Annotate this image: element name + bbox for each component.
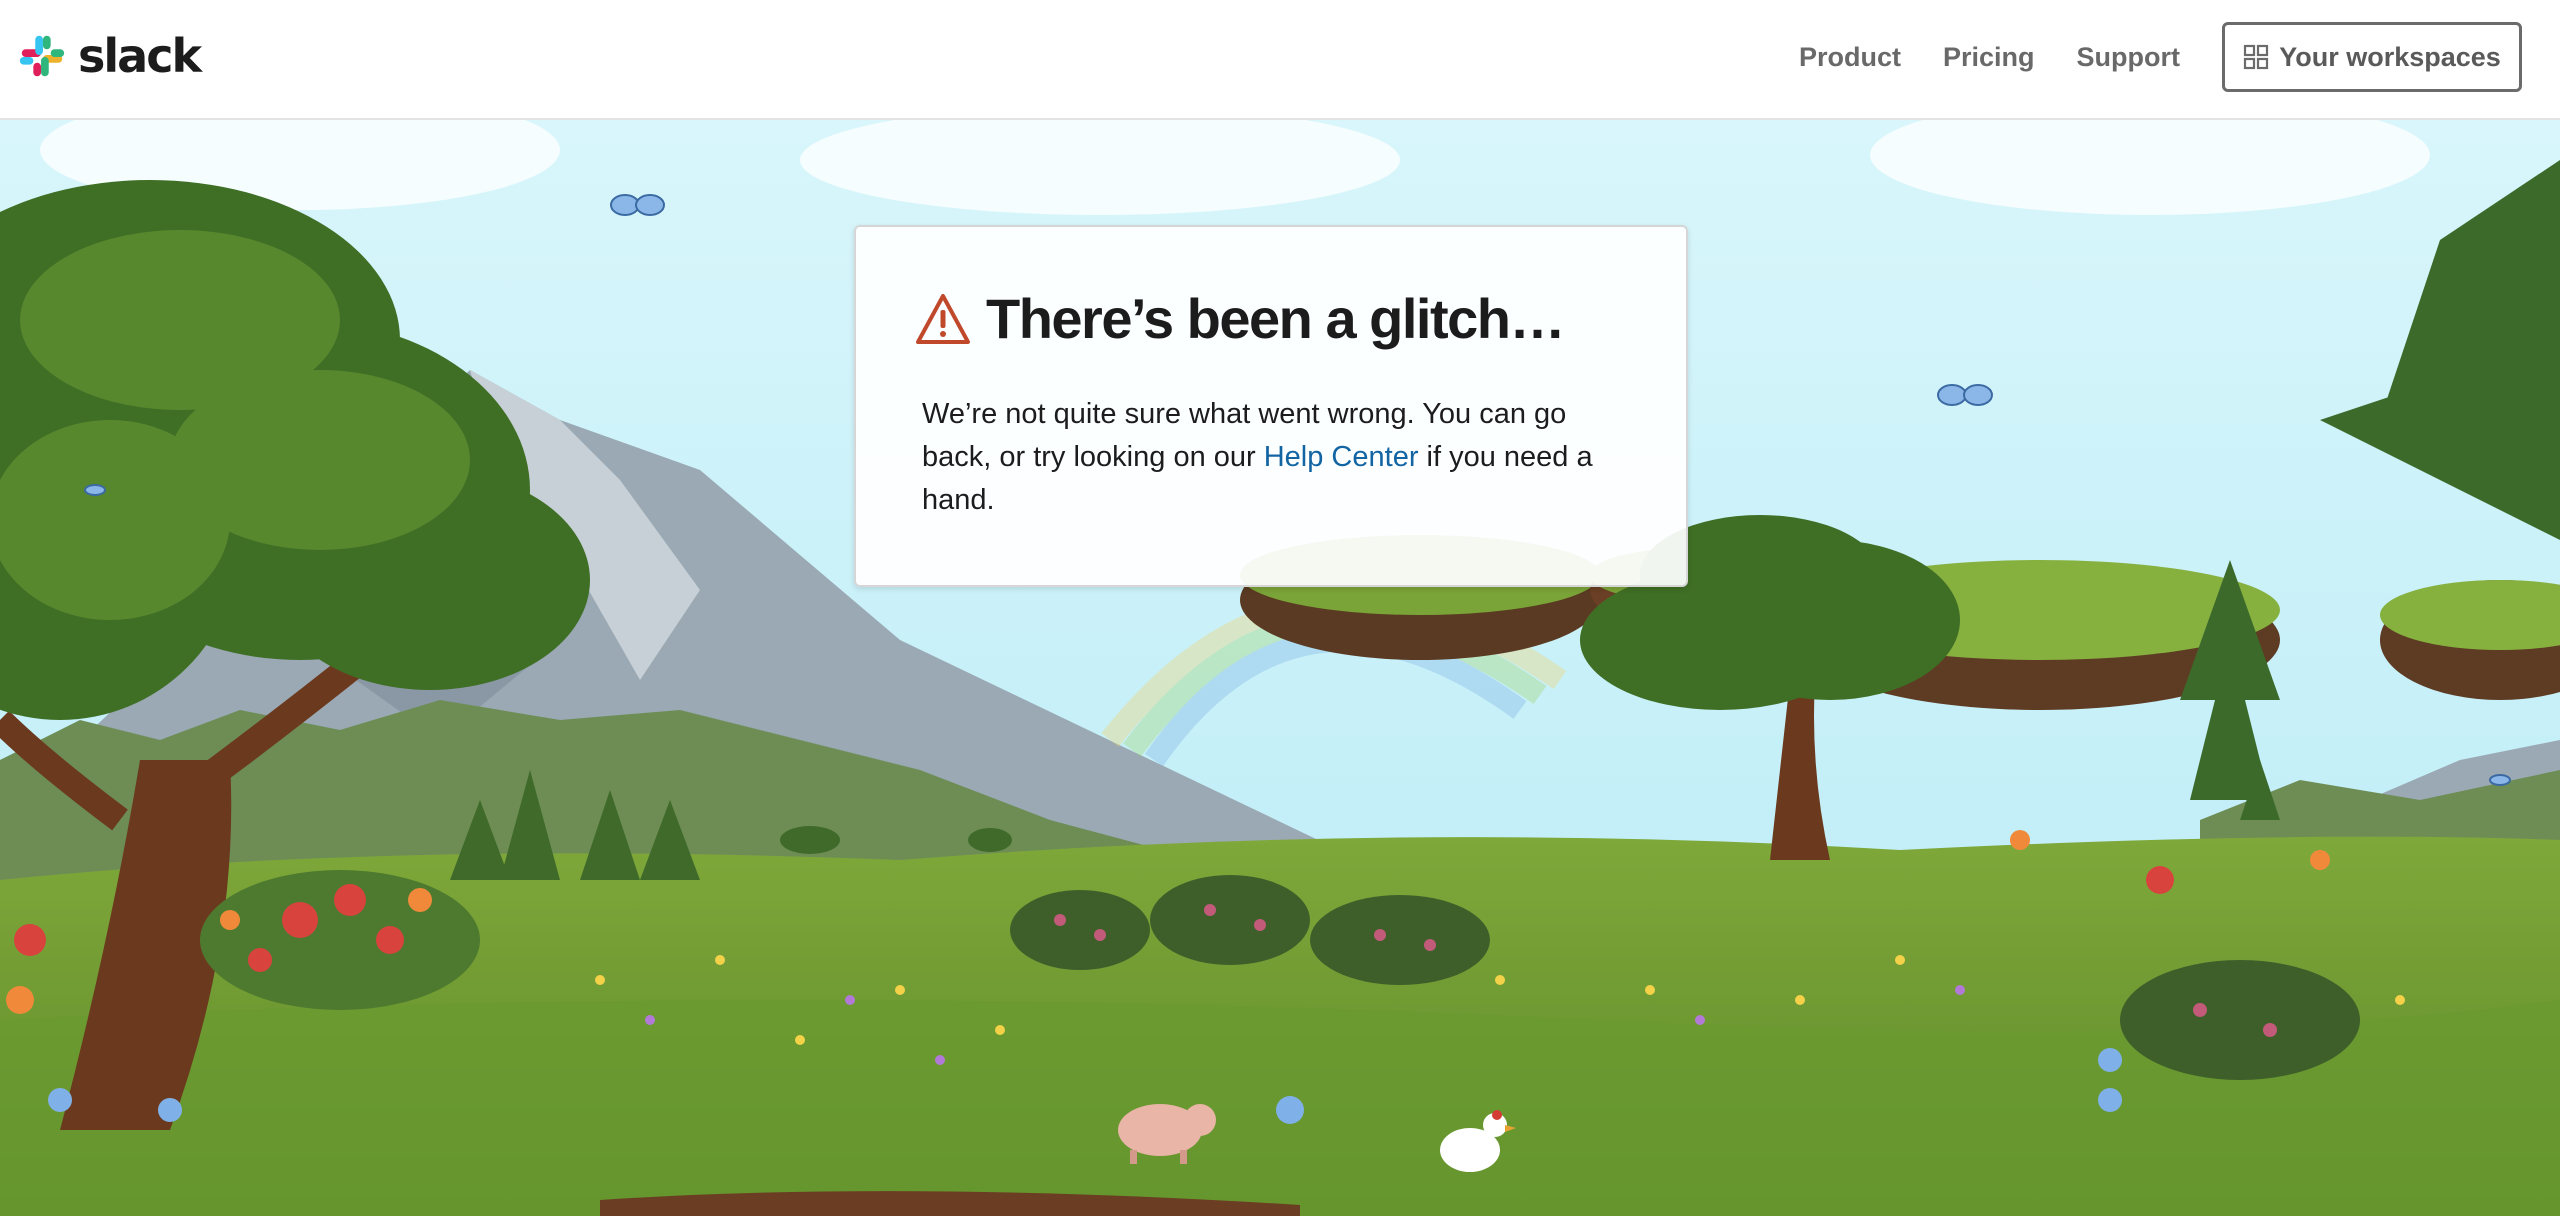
nav-pricing-link[interactable]: Pricing (1943, 42, 2035, 73)
your-workspaces-button[interactable]: Your workspaces (2222, 22, 2522, 92)
top-navigation-bar: slack Product Pricing Support Your works… (0, 0, 2560, 120)
logo-wordmark: slack (78, 29, 202, 83)
error-message: We’re not quite sure what went wrong. Yo… (922, 393, 1622, 522)
your-workspaces-label: Your workspaces (2279, 41, 2501, 72)
grid-icon (2244, 44, 2269, 70)
help-center-link[interactable]: Help Center (1264, 441, 1419, 473)
slack-logo-icon (19, 35, 65, 77)
error-dialog: There’s been a glitch… We’re not quite s… (854, 225, 1688, 587)
nav-product-link[interactable]: Product (1799, 42, 1901, 73)
main-nav: Product Pricing Support Your workspaces (1799, 22, 2522, 92)
warning-triangle-icon (916, 294, 970, 344)
slack-logo-link[interactable]: slack (16, 29, 202, 83)
error-title: There’s been a glitch… (986, 287, 1565, 350)
nav-support-link[interactable]: Support (2077, 42, 2180, 73)
dialog-title-row: There’s been a glitch… (914, 287, 1565, 350)
